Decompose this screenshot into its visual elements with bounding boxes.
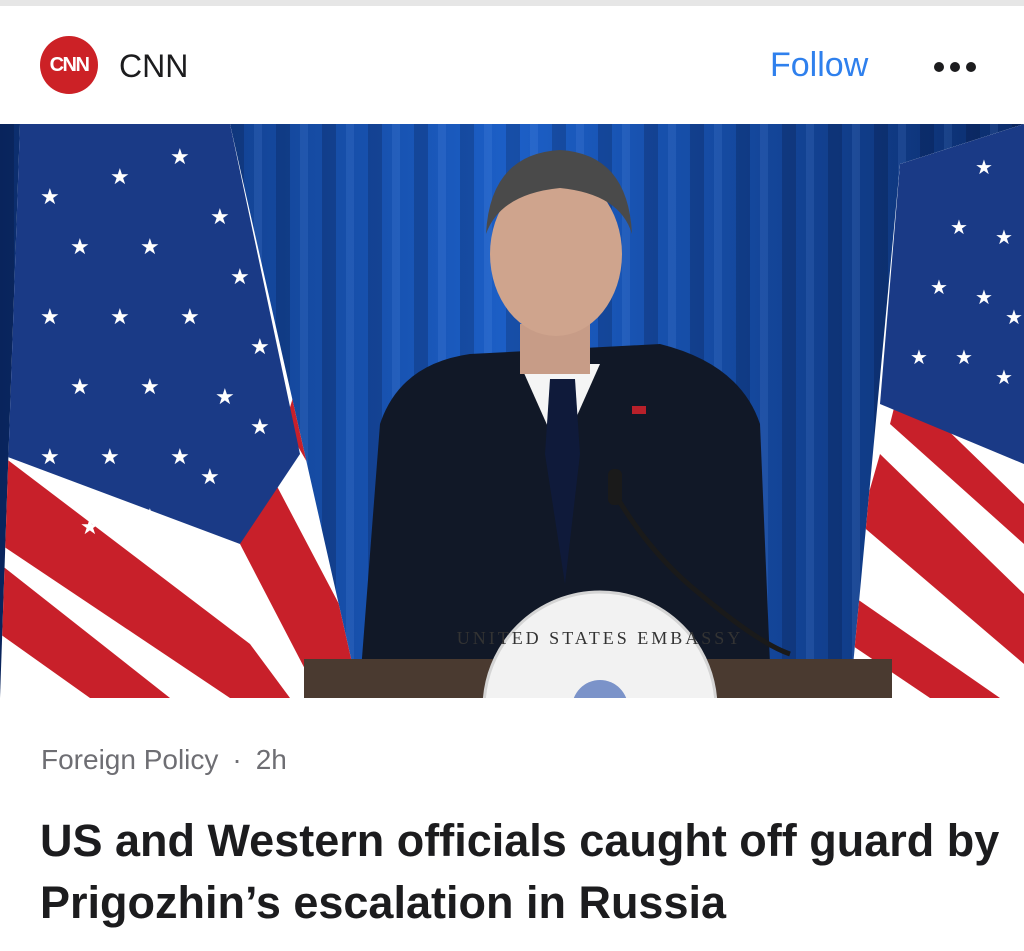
cnn-logo[interactable]: CNN [40, 36, 98, 94]
svg-text:★: ★ [170, 445, 190, 470]
svg-text:★: ★ [230, 265, 250, 290]
svg-text:★: ★ [140, 505, 160, 530]
svg-text:★: ★ [930, 275, 948, 299]
svg-text:★: ★ [200, 465, 220, 490]
seal-text: UNITED STATES EMBASSY [457, 628, 744, 648]
svg-text:★: ★ [975, 285, 993, 309]
svg-text:★: ★ [100, 445, 120, 470]
svg-text:★: ★ [910, 345, 928, 369]
svg-text:★: ★ [140, 375, 160, 400]
svg-text:★: ★ [950, 215, 968, 239]
svg-text:★: ★ [250, 335, 270, 360]
source-header: CNN CNN Follow [0, 6, 1024, 124]
meta-separator: · [232, 744, 242, 775]
article-headline[interactable]: US and Western officials caught off guar… [40, 810, 1000, 934]
svg-text:★: ★ [975, 155, 993, 179]
svg-text:★: ★ [955, 345, 973, 369]
follow-button[interactable]: Follow [770, 46, 868, 85]
article-meta: Foreign Policy · 2h [41, 744, 287, 776]
svg-text:★: ★ [180, 305, 200, 330]
svg-text:★: ★ [215, 385, 235, 410]
svg-text:★: ★ [210, 205, 230, 230]
svg-text:★: ★ [110, 305, 130, 330]
more-options-icon[interactable] [930, 46, 980, 86]
logo-text: CNN [49, 53, 90, 76]
svg-text:★: ★ [140, 235, 160, 260]
svg-text:★: ★ [40, 445, 60, 470]
svg-text:★: ★ [1005, 305, 1023, 329]
article-hero-image[interactable]: ★ ★ ★ ★ ★ ★ ★ ★ ★ ★ ★ ★ ★ ★ ★ ★ ★ ★ ★ ★ ★ ★ ★ ★ ★ ★ ★ ★ ★ ★ [0, 124, 1024, 698]
svg-text:★: ★ [250, 415, 270, 440]
article-time: 2h [255, 744, 287, 775]
svg-text:★: ★ [995, 365, 1013, 389]
article-category[interactable]: Foreign Policy [41, 744, 218, 775]
svg-text:★: ★ [70, 375, 90, 400]
svg-text:★: ★ [70, 235, 90, 260]
svg-text:★: ★ [80, 515, 100, 540]
svg-text:★: ★ [110, 165, 130, 190]
source-name[interactable]: CNN [119, 48, 188, 85]
svg-text:★: ★ [995, 225, 1013, 249]
svg-text:★: ★ [40, 305, 60, 330]
svg-text:★: ★ [40, 185, 60, 210]
svg-text:★: ★ [170, 145, 190, 170]
